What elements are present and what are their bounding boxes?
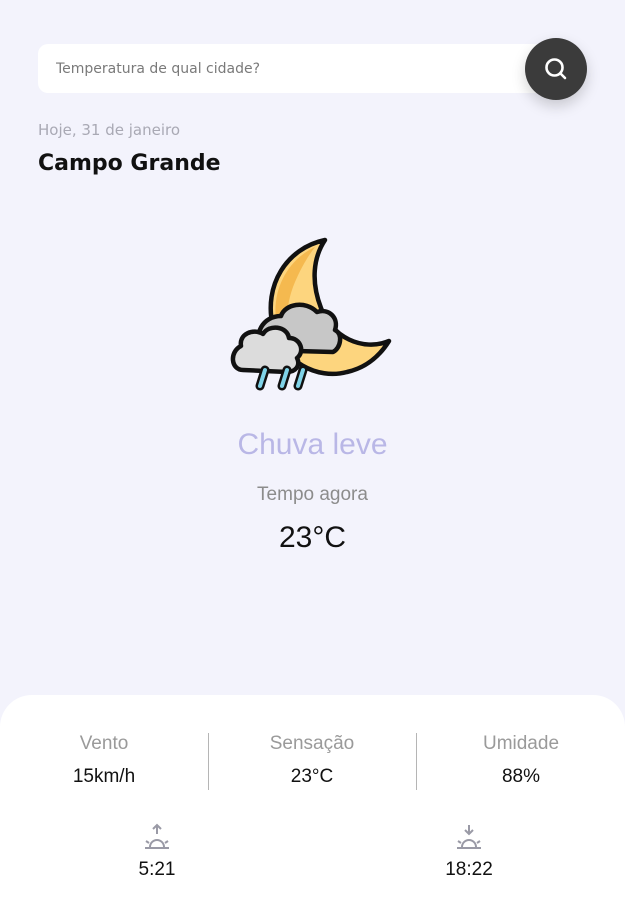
feels-like-label: Sensação — [269, 733, 355, 754]
sunset-time: 18:22 — [445, 859, 493, 880]
sunrise-time: 5:21 — [138, 859, 176, 880]
details-panel: Vento 15km/h Sensação 23°C Umidade 88% 5… — [0, 695, 625, 923]
humidity-value: 88% — [501, 766, 541, 787]
weather-condition: Chuva leve — [237, 428, 388, 461]
sunrise-icon — [145, 823, 169, 849]
search-icon — [545, 58, 567, 80]
sunset-icon — [457, 825, 481, 849]
current-date: Hoje, 31 de janeiro — [38, 121, 181, 139]
humidity-label: Umidade — [482, 733, 560, 754]
current-temperature: 23°C — [278, 521, 347, 554]
search-bar — [38, 44, 556, 93]
search-input[interactable] — [38, 44, 518, 93]
weather-now-label: Tempo agora — [257, 484, 368, 505]
sunrise-block: 5:21 — [97, 823, 217, 881]
city-name: Campo Grande — [38, 151, 221, 176]
moon-cloud-rain-icon — [230, 237, 392, 391]
search-button[interactable] — [525, 38, 587, 100]
feels-like-value: 23°C — [290, 766, 334, 787]
wind-value: 15km/h — [72, 766, 136, 787]
wind-label: Vento — [79, 733, 129, 754]
sunset-block: 18:22 — [409, 823, 529, 881]
